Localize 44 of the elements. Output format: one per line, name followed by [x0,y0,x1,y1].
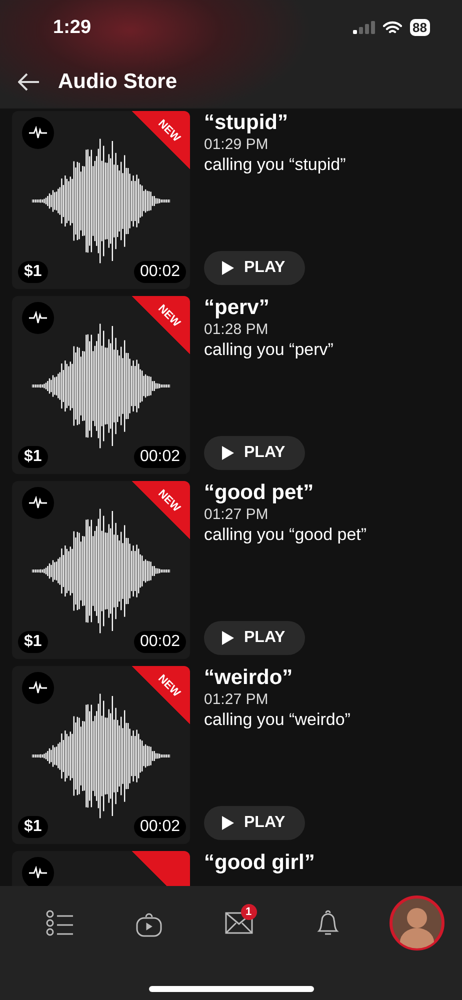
play-icon [222,261,234,275]
wifi-icon [382,20,402,34]
duration-label: 00:02 [134,261,186,283]
audio-description: calling you “stupid” [204,154,346,176]
audio-title: “good girl” [204,851,315,875]
play-button[interactable]: PLAY [204,621,306,655]
waveform-icon [29,866,47,880]
notification-badge: 1 [240,904,256,920]
status-time: 1:29 [53,16,92,38]
duration-label: 00:02 [134,446,186,468]
audio-time: 01:28 PM [204,320,270,339]
audio-time: 01:29 PM [204,135,270,154]
signal-icon [352,21,375,34]
play-button[interactable]: PLAY [204,251,306,285]
waveform-icon [29,311,47,325]
audio-title: “good pet” [204,481,315,505]
list-icon[interactable] [46,910,74,936]
audio-time: 01:27 PM [204,690,270,709]
audio-title: “perv” [204,296,270,320]
play-button[interactable]: PLAY [204,806,306,840]
play-icon [222,631,234,645]
waveform-icon [29,126,47,140]
battery-level: 88 [410,19,430,36]
duration-label: 00:02 [134,816,186,838]
play-icon [222,816,234,830]
audio-time: 01:27 PM [204,505,270,524]
price-tag: $1 [18,446,48,468]
page-title: Audio Store [58,70,177,94]
back-arrow-icon[interactable] [18,72,40,90]
audio-description: calling you “good pet” [204,524,367,546]
price-tag: $1 [18,261,48,283]
bell-icon[interactable] [316,909,340,938]
audio-description: calling you “perv” [204,339,334,361]
waveform-icon [29,496,47,510]
audio-title: “stupid” [204,111,289,135]
avatar[interactable] [389,895,445,952]
duration-label: 00:02 [134,631,186,653]
audio-description: calling you “weirdo” [204,709,350,731]
audio-title: “weirdo” [204,666,294,690]
play-button[interactable]: PLAY [204,436,306,470]
price-tag: $1 [18,816,48,838]
play-icon [222,446,234,460]
waveform-icon [29,681,47,695]
price-tag: $1 [18,631,48,653]
